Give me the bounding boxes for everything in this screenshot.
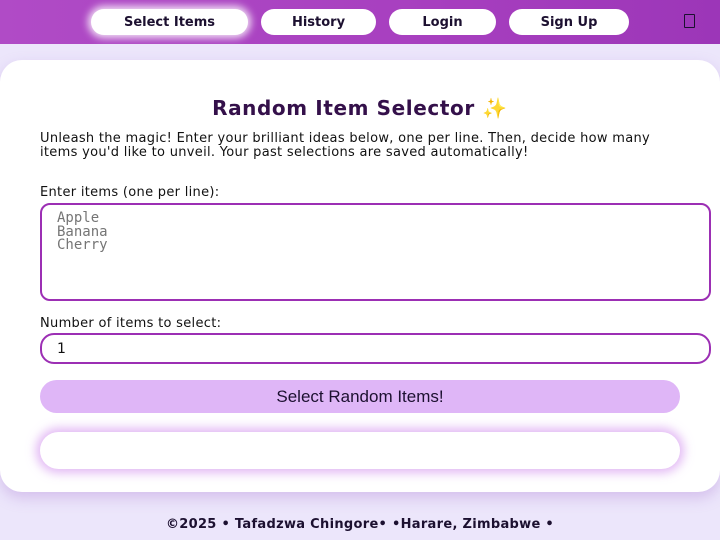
nav-select-items-button[interactable]: Select Items	[91, 9, 248, 35]
count-label: Number of items to select:	[40, 316, 222, 331]
items-label: Enter items (one per line):	[40, 185, 220, 200]
select-random-items-button[interactable]: Select Random Items!	[40, 380, 680, 413]
nav-login-button[interactable]: Login	[389, 9, 496, 35]
nav-history-button[interactable]: History	[261, 9, 376, 35]
menu-icon[interactable]	[684, 14, 695, 28]
footer-text: ©2025 • Tafadzwa Chingore• •Harare, Zimb…	[165, 517, 555, 532]
items-textarea[interactable]	[40, 203, 711, 301]
count-input[interactable]	[40, 333, 711, 364]
intro-text: Unleash the magic! Enter your brilliant …	[40, 131, 651, 160]
top-nav-bar: Select Items History Login Sign Up	[0, 0, 720, 44]
page-title: Random Item Selector ✨	[212, 96, 508, 120]
nav-sign-up-button[interactable]: Sign Up	[509, 9, 629, 35]
result-panel	[40, 432, 680, 469]
